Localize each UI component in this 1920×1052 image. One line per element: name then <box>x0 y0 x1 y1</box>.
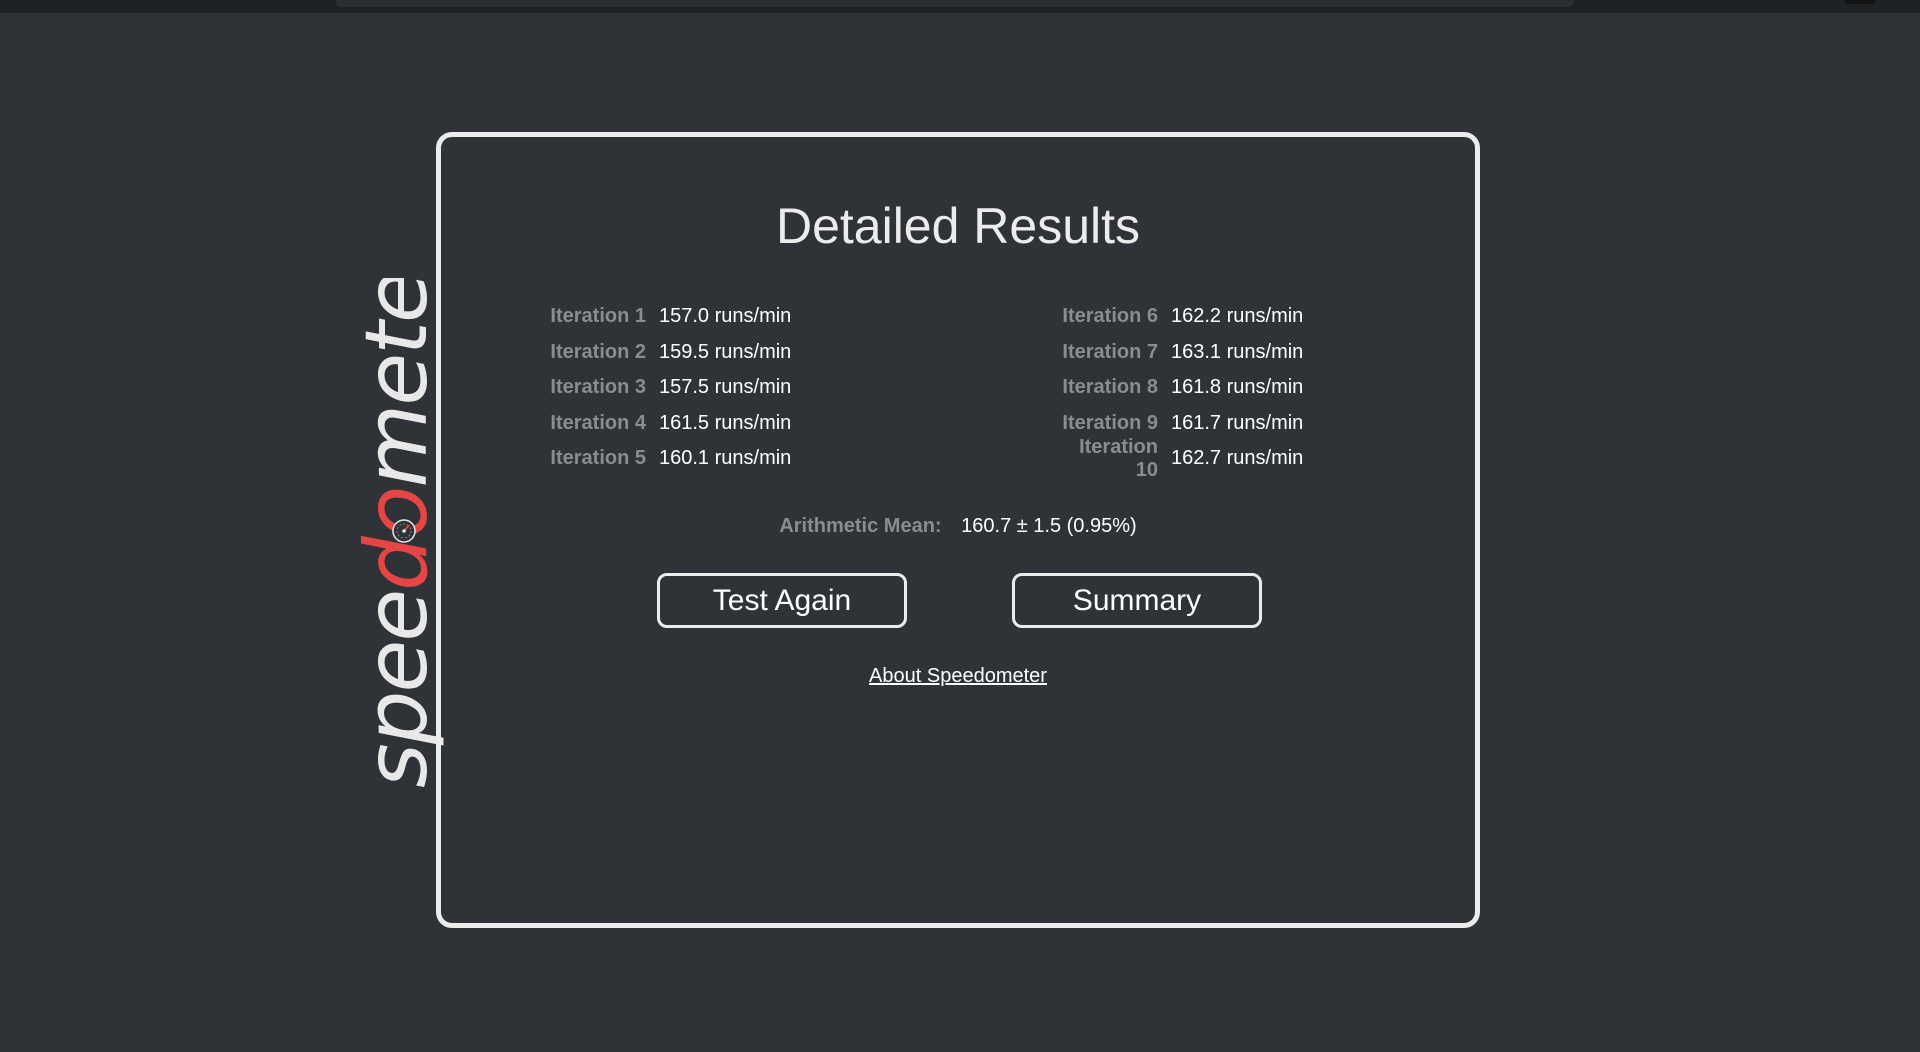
iteration-row: Iteration 6 162.2 runs/min <box>1053 299 1373 335</box>
mean-value: 160.7 ± 1.5 (0.95%) <box>961 515 1137 537</box>
iteration-value: 163.1 runs/min <box>1171 340 1304 363</box>
iteration-label: Iteration 9 <box>1062 411 1158 434</box>
iteration-row: Iteration 2 159.5 runs/min <box>541 335 861 371</box>
speedometer-logo: speedometer <box>340 278 450 793</box>
iteration-value: 160.1 runs/min <box>659 447 792 470</box>
arithmetic-mean: Arithmetic Mean: 160.7 ± 1.5 (0.95%) <box>441 515 1475 538</box>
iteration-value: 159.5 runs/min <box>659 340 792 363</box>
iteration-label: Iteration 2 <box>550 340 646 363</box>
summary-button[interactable]: Summary <box>1012 573 1262 628</box>
about-speedometer-link[interactable]: About Speedometer <box>869 665 1047 687</box>
about-section: About Speedometer <box>441 665 1475 688</box>
page-title: Detailed Results <box>775 198 1141 254</box>
iteration-label: Iteration 1 <box>550 305 646 328</box>
iteration-row: Iteration 10 162.7 runs/min <box>1053 436 1373 481</box>
speedometer-gauge-icon <box>392 519 416 543</box>
iteration-row: Iteration 1 157.0 runs/min <box>541 299 861 335</box>
test-again-button[interactable]: Test Again <box>657 573 907 628</box>
iteration-value: 157.0 runs/min <box>659 305 792 328</box>
iteration-label: Iteration 5 <box>550 447 646 470</box>
iteration-row: Iteration 8 161.8 runs/min <box>1053 370 1373 406</box>
iteration-value: 162.7 runs/min <box>1171 447 1304 470</box>
iteration-label: Iteration 6 <box>1062 305 1158 328</box>
iteration-row: Iteration 4 161.5 runs/min <box>541 406 861 442</box>
iteration-label: Iteration 3 <box>550 376 646 399</box>
iteration-value: 162.2 runs/min <box>1171 305 1304 328</box>
logo-text-prefix: spee <box>347 591 447 788</box>
iteration-label: Iteration 10 <box>1079 435 1158 481</box>
iteration-value: 161.5 runs/min <box>659 411 792 434</box>
iteration-label: Iteration 4 <box>550 411 646 434</box>
iteration-label: Iteration 7 <box>1062 340 1158 363</box>
results-panel: Detailed Results Iteration 1 157.0 runs/… <box>436 132 1480 928</box>
iteration-row: Iteration 5 160.1 runs/min <box>541 441 861 477</box>
iteration-label: Iteration 8 <box>1062 376 1158 399</box>
browser-url-bar[interactable] <box>336 0 1574 7</box>
browser-top-bar <box>0 0 1920 13</box>
iteration-value: 157.5 runs/min <box>659 376 792 399</box>
browser-corner-button[interactable] <box>1844 0 1876 4</box>
iteration-row: Iteration 3 157.5 runs/min <box>541 370 861 406</box>
iteration-value: 161.8 runs/min <box>1171 376 1304 399</box>
iterations-left-column: Iteration 1 157.0 runs/min Iteration 2 1… <box>541 299 861 477</box>
iteration-value: 161.7 runs/min <box>1171 411 1304 434</box>
mean-label: Arithmetic Mean: <box>779 515 942 537</box>
iterations-right-column: Iteration 6 162.2 runs/min Iteration 7 1… <box>1053 299 1373 481</box>
logo-text-suffix: meter <box>347 278 447 488</box>
iteration-row: Iteration 7 163.1 runs/min <box>1053 335 1373 371</box>
